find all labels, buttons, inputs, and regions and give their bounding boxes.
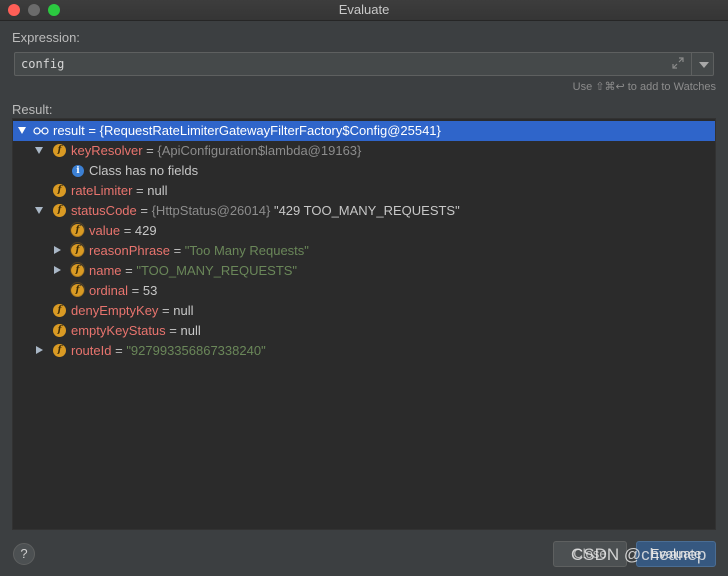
- row-name: statusCode: [71, 203, 137, 218]
- tree-row-reasonphrase[interactable]: f reasonPhrase = "Too Many Requests": [13, 241, 715, 261]
- row-eq: =: [120, 223, 135, 238]
- expression-label: Expression:: [12, 30, 80, 45]
- field-icon: f: [70, 262, 85, 277]
- field-icon: f: [70, 242, 85, 257]
- row-value: null: [180, 323, 201, 338]
- tree-row-result[interactable]: result = {RequestRateLimiterGatewayFilte…: [13, 121, 715, 141]
- field-icon: f: [70, 282, 85, 297]
- tree-row-denyemptykey[interactable]: f denyEmptyKey = null: [13, 301, 715, 321]
- window-title: Evaluate: [338, 2, 390, 17]
- row-name: result: [53, 123, 85, 138]
- expand-icon[interactable]: [671, 56, 685, 70]
- field-icon: f: [53, 324, 66, 337]
- help-button[interactable]: ?: [13, 543, 35, 565]
- row-name: value: [89, 223, 121, 238]
- row-value: "TOO_MANY_REQUESTS": [136, 263, 298, 278]
- row-eq: =: [136, 203, 152, 218]
- row-name: ordinal: [89, 283, 129, 298]
- row-eq: =: [111, 343, 127, 358]
- row-eq: =: [84, 123, 100, 138]
- row-value: "927993356867338240": [126, 343, 266, 358]
- expression-input[interactable]: config: [21, 57, 64, 71]
- row-text: Class has no fields: [89, 163, 199, 178]
- field-icon: f: [53, 184, 66, 197]
- row-value: null: [147, 183, 168, 198]
- close-button[interactable]: Close: [553, 541, 627, 567]
- row-name: reasonPhrase: [89, 243, 170, 258]
- collapse-arrow-icon[interactable]: [18, 127, 26, 134]
- tree-row-info: i Class has no fields: [13, 161, 715, 181]
- row-eq: =: [121, 263, 137, 278]
- field-icon: f: [53, 204, 66, 217]
- field-icon: f: [70, 222, 85, 237]
- row-name: keyResolver: [71, 143, 143, 158]
- result-tree[interactable]: result = {RequestRateLimiterGatewayFilte…: [12, 118, 716, 530]
- expand-arrow-icon[interactable]: [54, 266, 61, 274]
- row-eq: =: [158, 303, 174, 318]
- expression-field[interactable]: config: [14, 52, 714, 76]
- field-icon: f: [53, 304, 66, 317]
- tree-row-value[interactable]: f value = 429: [13, 221, 715, 241]
- evaluate-button[interactable]: Evaluate: [636, 541, 716, 567]
- tree-row-ratelimiter[interactable]: f rateLimiter = null: [13, 181, 715, 201]
- row-name: routeId: [71, 343, 112, 358]
- row-value: "429 TOO_MANY_REQUESTS": [273, 203, 460, 218]
- row-value: {RequestRateLimiterGatewayFilterFactory$…: [99, 123, 441, 138]
- row-eq: =: [165, 323, 181, 338]
- chevron-down-icon[interactable]: [699, 62, 709, 68]
- row-eq: =: [128, 283, 143, 298]
- field-icon: f: [53, 144, 66, 157]
- result-label: Result:: [12, 102, 53, 117]
- tree-row-keyresolver[interactable]: f keyResolver = {ApiConfiguration$lambda…: [13, 141, 715, 161]
- row-name: name: [89, 263, 122, 278]
- row-name: emptyKeyStatus: [71, 323, 166, 338]
- row-type: {HttpStatus@26014}: [151, 203, 271, 218]
- row-name: rateLimiter: [71, 183, 133, 198]
- row-value: null: [173, 303, 194, 318]
- field-icon: f: [53, 344, 66, 357]
- tree-row-statuscode[interactable]: f statusCode = {HttpStatus@26014} "429 T…: [13, 201, 715, 221]
- row-eq: =: [142, 143, 158, 158]
- row-eq: =: [169, 243, 185, 258]
- tree-row-name[interactable]: f name = "TOO_MANY_REQUESTS": [13, 261, 715, 281]
- collapse-arrow-icon[interactable]: [35, 207, 43, 214]
- expand-arrow-icon[interactable]: [54, 246, 61, 254]
- row-value: 429: [134, 223, 157, 238]
- watch-glasses-icon: [33, 127, 49, 135]
- row-value: 53: [142, 283, 158, 298]
- watches-hint: Use ⇧⌘↩ to add to Watches: [572, 81, 716, 93]
- row-eq: =: [132, 183, 148, 198]
- tree-row-ordinal[interactable]: f ordinal = 53: [13, 281, 715, 301]
- row-value: "Too Many Requests": [184, 243, 309, 258]
- info-icon: i: [72, 165, 84, 177]
- collapse-arrow-icon[interactable]: [35, 147, 43, 154]
- title-bar: Evaluate: [0, 0, 728, 21]
- row-name: denyEmptyKey: [71, 303, 159, 318]
- tree-row-routeid[interactable]: f routeId = "927993356867338240": [13, 341, 715, 361]
- expand-arrow-icon[interactable]: [36, 346, 43, 354]
- dropdown-separator: [691, 53, 692, 75]
- tree-row-emptykeystatus[interactable]: f emptyKeyStatus = null: [13, 321, 715, 341]
- row-value: {ApiConfiguration$lambda@19163}: [157, 143, 362, 158]
